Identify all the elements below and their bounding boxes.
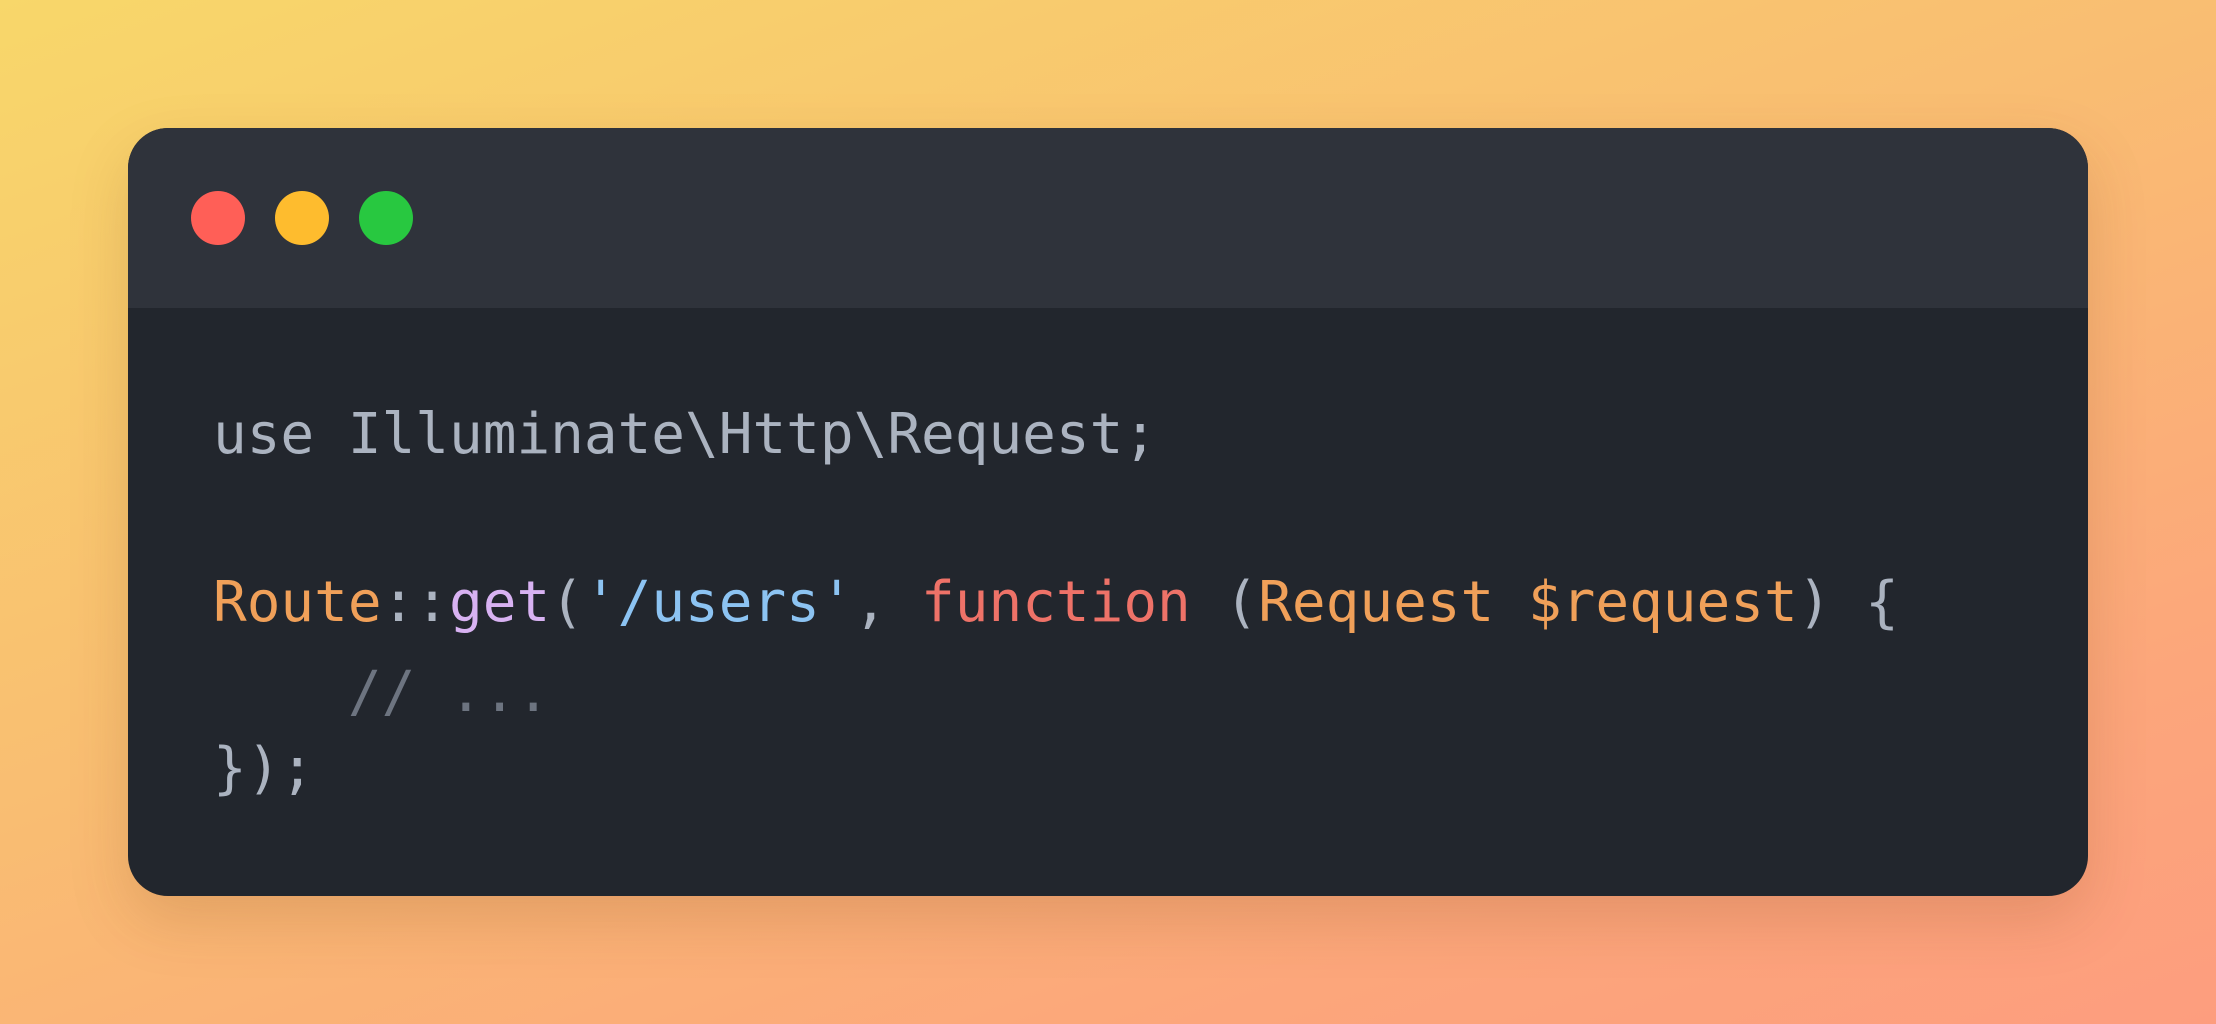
method-name: get [449,570,551,635]
paren-open-2: ( [1224,570,1259,635]
scope-operator: :: [381,570,450,635]
namespace-path: Illuminate\Http\Request [347,402,1124,467]
class-name: Route [213,570,382,635]
maximize-window-button[interactable] [359,191,413,245]
code-window: use Illuminate\Http\Request; Route::get(… [128,128,2088,896]
brace-open: { [1831,570,1899,635]
semicolon: ; [1123,402,1158,467]
variable: $request [1527,570,1798,635]
code-block: use Illuminate\Http\Request; Route::get(… [213,128,1899,801]
closing-tokens: }); [213,736,315,801]
keyword-function: function [921,570,1191,635]
window-titlebar [128,128,2088,308]
string-literal: '/users' [583,570,854,635]
code-line-5: }); [213,734,314,804]
code-line-3: Route::get('/users', function (Request $… [213,568,1899,638]
comma: , [853,570,922,635]
code-line-4: // ... [213,658,550,728]
code-space-2 [1494,570,1528,635]
paren-close: ) [1797,570,1832,635]
code-line-1: use Illuminate\Http\Request; [213,400,1157,470]
code-comment: // ... [347,660,551,725]
type-hint: Request [1258,570,1495,635]
paren-open: ( [550,570,584,635]
keyword-use: use [213,402,315,467]
